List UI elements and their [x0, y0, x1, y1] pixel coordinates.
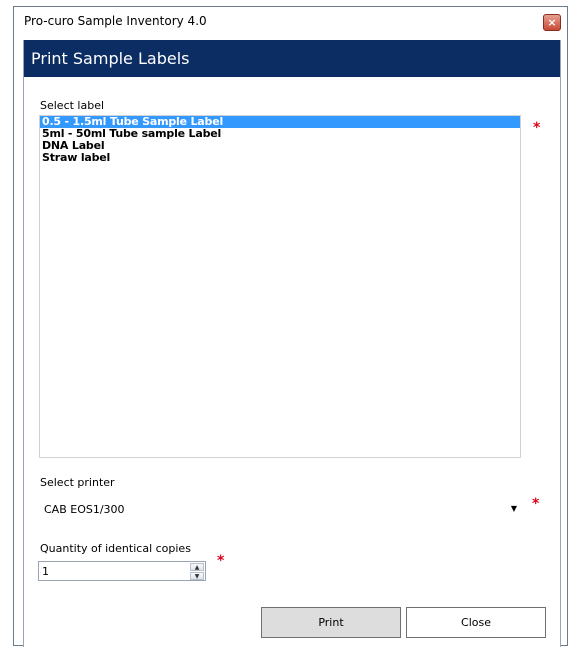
dialog-client-area: Print Sample Labels Select label 0.5 - 1…: [23, 40, 561, 647]
window-title: Pro-curo Sample Inventory 4.0: [24, 14, 207, 28]
required-asterisk: *: [217, 553, 225, 569]
label-list-item[interactable]: DNA Label: [40, 140, 520, 152]
dialog-header: Print Sample Labels: [24, 40, 560, 77]
spin-down-icon[interactable]: ▼: [190, 572, 204, 580]
print-button[interactable]: Print: [261, 607, 401, 638]
required-asterisk: *: [532, 496, 540, 512]
title-bar[interactable]: Pro-curo Sample Inventory 4.0 ×: [14, 7, 567, 40]
spin-up-icon[interactable]: ▲: [190, 563, 204, 571]
dialog-title: Print Sample Labels: [31, 49, 190, 68]
quantity-value[interactable]: 1: [42, 565, 49, 578]
window-close-icon[interactable]: ×: [543, 14, 561, 31]
copies-title: Quantity of identical copies: [40, 542, 191, 555]
quantity-stepper[interactable]: 1 ▲ ▼: [38, 561, 206, 581]
close-button[interactable]: Close: [406, 607, 546, 638]
printer-select-value: CAB EOS1/300: [44, 503, 125, 516]
label-list-item[interactable]: Straw label: [40, 152, 520, 164]
label-listbox[interactable]: 0.5 - 1.5ml Tube Sample Label 5ml - 50ml…: [39, 115, 521, 458]
printer-select[interactable]: CAB EOS1/300 ▼: [38, 497, 524, 519]
chevron-down-icon[interactable]: ▼: [507, 502, 521, 516]
label-list-item[interactable]: 5ml - 50ml Tube sample Label: [40, 128, 520, 140]
select-label-title: Select label: [40, 99, 105, 112]
required-asterisk: *: [533, 120, 541, 136]
select-printer-title: Select printer: [40, 476, 115, 489]
dialog-window: Pro-curo Sample Inventory 4.0 × Print Sa…: [13, 6, 568, 647]
